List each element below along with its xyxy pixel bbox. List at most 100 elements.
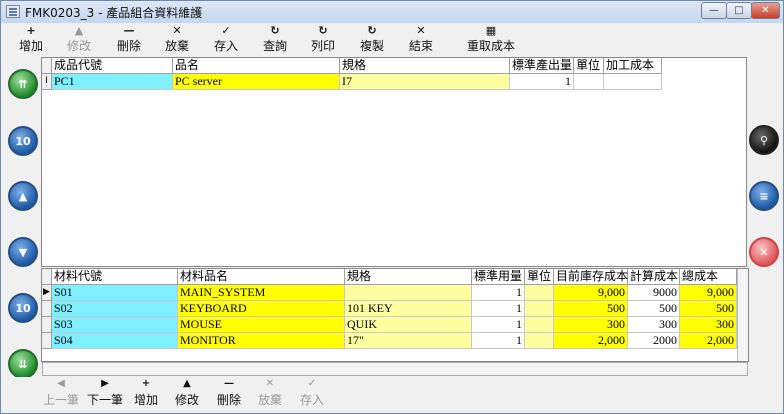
material-stock-cost-cell[interactable]: 500: [554, 301, 628, 317]
column-header[interactable]: 單位: [525, 269, 554, 285]
material-code-cell[interactable]: S03: [52, 317, 178, 333]
down-icon: ▼: [18, 245, 28, 259]
column-header[interactable]: 規格: [340, 58, 510, 74]
material-calc-cost-cell[interactable]: 300: [628, 317, 680, 333]
check-icon: ✓: [221, 24, 231, 37]
material-vertical-scrollbar[interactable]: [737, 269, 748, 361]
material-total-cost-cell[interactable]: 300: [680, 317, 737, 333]
material-name-cell[interactable]: KEYBOARD: [178, 301, 345, 317]
minimize-button[interactable]: —: [701, 2, 727, 19]
app-window: FMK0203_3 - 產品組合資料維護 — □ ✕ + 增加 ▲ 修改 — 刪除 ✕…: [0, 0, 784, 414]
row-indicator[interactable]: [42, 333, 52, 349]
first-record-button[interactable]: ⇈: [8, 69, 38, 99]
column-header[interactable]: 規格: [345, 269, 472, 285]
product-spec-cell[interactable]: I7: [340, 74, 510, 90]
material-code-cell[interactable]: S01: [52, 285, 178, 301]
toolbar-add-button[interactable]: + 增加: [15, 23, 47, 57]
column-header[interactable]: 總成本: [680, 269, 737, 285]
material-total-cost-cell[interactable]: 500: [680, 301, 737, 317]
material-qty-cell[interactable]: 1: [472, 301, 525, 317]
material-calc-cost-cell[interactable]: 9000: [628, 285, 680, 301]
material-qty-cell[interactable]: 1: [472, 285, 525, 301]
column-header[interactable]: 標準用量: [472, 269, 525, 285]
app-icon: [6, 5, 20, 18]
bottom-save-button[interactable]: ✓ 存入: [297, 377, 327, 408]
material-total-cost-cell[interactable]: 9,000: [680, 285, 737, 301]
search-button[interactable]: ⚲: [749, 125, 779, 155]
prev-record-button[interactable]: ◀ 上一筆: [41, 377, 81, 408]
right-arrow-icon: ▶: [101, 378, 109, 389]
close-button[interactable]: ✕: [751, 2, 780, 19]
material-horizontal-scrollbar[interactable]: [42, 362, 748, 376]
material-spec-cell[interactable]: [345, 285, 472, 301]
up-arrow-icon: ▲: [74, 24, 84, 37]
column-header[interactable]: 成品代號: [52, 58, 173, 74]
material-name-cell[interactable]: MAIN_SYSTEM: [178, 285, 345, 301]
down-ten-button[interactable]: 10: [8, 293, 38, 323]
row-indicator[interactable]: I: [42, 74, 52, 90]
material-name-cell[interactable]: MONITOR: [178, 333, 345, 349]
toolbar-save-button[interactable]: ✓ 存入: [210, 23, 242, 57]
list-button[interactable]: ≡: [749, 181, 779, 211]
material-stock-cost-cell[interactable]: 2,000: [554, 333, 628, 349]
search-icon: ⚲: [759, 133, 769, 147]
bottom-edit-button[interactable]: ▲ 修改: [172, 377, 202, 408]
toolbar-exit-button[interactable]: ✕ 結束: [405, 23, 437, 57]
bottom-delete-button[interactable]: — 刪除: [214, 377, 244, 408]
material-unit-cell[interactable]: [525, 285, 554, 301]
next-record-button[interactable]: ▶ 下一筆: [85, 377, 125, 408]
refresh-icon: ↻: [270, 24, 280, 37]
up-ten-button[interactable]: 10: [8, 126, 38, 156]
material-qty-cell[interactable]: 1: [472, 317, 525, 333]
row-indicator[interactable]: [42, 317, 52, 333]
toolbar-edit-button[interactable]: ▲ 修改: [63, 23, 95, 57]
material-stock-cost-cell[interactable]: 9,000: [554, 285, 628, 301]
row-indicator[interactable]: [42, 301, 52, 317]
material-calc-cost-cell[interactable]: 500: [628, 301, 680, 317]
column-header[interactable]: 目前庫存成本: [554, 269, 628, 285]
material-code-cell[interactable]: S02: [52, 301, 178, 317]
material-stock-cost-cell[interactable]: 300: [554, 317, 628, 333]
product-code-cell[interactable]: PC1: [52, 74, 173, 90]
material-unit-cell[interactable]: [525, 317, 554, 333]
material-calc-cost-cell[interactable]: 2000: [628, 333, 680, 349]
toolbar-recost-button[interactable]: ▦ 重取成本: [464, 23, 518, 57]
minus-icon: —: [224, 378, 234, 389]
material-qty-cell[interactable]: 1: [472, 333, 525, 349]
down-button[interactable]: ▼: [8, 237, 38, 267]
last-record-button[interactable]: ⇊: [8, 349, 38, 379]
product-name-cell[interactable]: PC server: [173, 74, 340, 90]
column-header[interactable]: 材料品名: [178, 269, 345, 285]
toolbar-copy-button[interactable]: ↻ 複製: [356, 23, 388, 57]
column-header[interactable]: 單位: [574, 58, 604, 74]
row-indicator[interactable]: ▶: [42, 285, 52, 301]
bottom-add-button[interactable]: + 增加: [131, 377, 161, 408]
material-total-cost-cell[interactable]: 2,000: [680, 333, 737, 349]
material-unit-cell[interactable]: [525, 333, 554, 349]
material-spec-cell[interactable]: 101 KEY: [345, 301, 472, 317]
toolbar-delete-button[interactable]: — 刪除: [113, 23, 145, 57]
column-header[interactable]: 標準產出量: [510, 58, 574, 74]
product-qty-cell[interactable]: 1: [510, 74, 574, 90]
cancel-button[interactable]: ✕: [749, 237, 779, 267]
material-unit-cell[interactable]: [525, 301, 554, 317]
x-icon: ✕: [416, 24, 426, 37]
toolbar-print-button[interactable]: ↻ 列印: [307, 23, 339, 57]
material-spec-cell[interactable]: 17": [345, 333, 472, 349]
material-spec-cell[interactable]: QUIK: [345, 317, 472, 333]
toolbar-query-button[interactable]: ↻ 查詢: [259, 23, 291, 57]
first-record-icon: ⇈: [18, 77, 28, 91]
material-code-cell[interactable]: S04: [52, 333, 178, 349]
check-icon: ✓: [307, 378, 317, 389]
toolbar-discard-button[interactable]: ✕ 放棄: [161, 23, 193, 57]
maximize-button[interactable]: □: [726, 2, 752, 19]
product-unit-cell[interactable]: [574, 74, 604, 90]
column-header[interactable]: 加工成本: [604, 58, 662, 74]
material-name-cell[interactable]: MOUSE: [178, 317, 345, 333]
bottom-discard-button[interactable]: ✕ 放棄: [255, 377, 285, 408]
column-header[interactable]: 計算成本: [628, 269, 680, 285]
up-button[interactable]: ▲: [8, 181, 38, 211]
column-header[interactable]: 材料代號: [52, 269, 178, 285]
column-header[interactable]: 品名: [173, 58, 340, 74]
product-cost-cell[interactable]: [604, 74, 662, 90]
